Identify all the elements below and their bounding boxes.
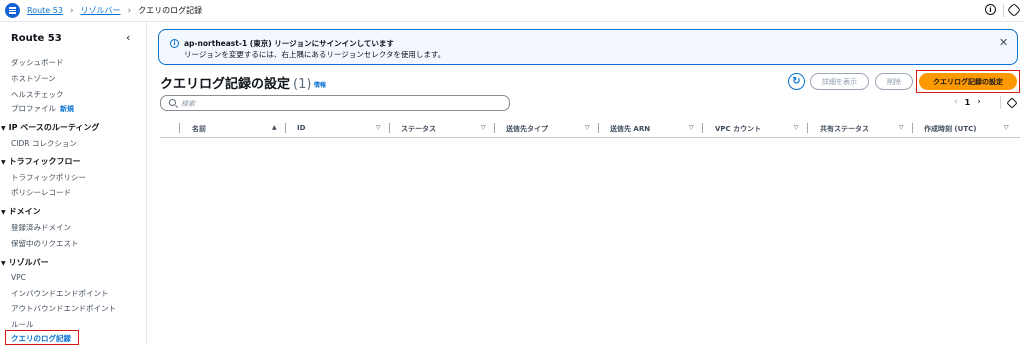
settings-icon[interactable] <box>1006 2 1022 18</box>
column-header-name[interactable]: 名前 <box>192 124 206 134</box>
sidebar-item-health-checks[interactable]: ヘルスチェック <box>11 89 64 100</box>
sort-icon[interactable]: ▽ <box>1004 124 1009 131</box>
sidebar-item-label: プロファイル <box>11 104 56 113</box>
info-icon: i <box>170 39 179 48</box>
sidebar-section-domains[interactable]: ▼ ドメイン <box>1 206 41 217</box>
sidebar-item-profiles[interactable]: プロファイル 新規 <box>11 103 74 114</box>
breadcrumb-current: クエリのログ記録 <box>138 6 203 15</box>
sort-icon[interactable]: ▽ <box>585 124 590 131</box>
column-divider <box>702 123 703 133</box>
close-icon[interactable]: ✕ <box>999 36 1008 49</box>
configure-query-logging-button[interactable]: クエリログ記録の設定 <box>919 73 1017 90</box>
top-navigation-bar: Route 53 › リゾルバー › クエリのログ記録 i <box>0 0 1024 22</box>
sidebar-item-query-logging[interactable]: クエリのログ記録 <box>11 333 71 344</box>
caret-down-icon: ▼ <box>1 125 6 132</box>
delete-button[interactable]: 削除 <box>875 73 913 90</box>
table-header: 名前 ▲ ID ▽ ステータス ▽ 送信先タイプ ▽ 送信先 ARN ▽ VPC… <box>160 119 1020 138</box>
sidebar-item-hosted-zones[interactable]: ホストゾーン <box>11 73 56 84</box>
sort-icon[interactable]: ▽ <box>899 124 904 131</box>
caret-down-icon: ▼ <box>1 209 6 216</box>
sidebar-item-outbound-endpoints[interactable]: アウトバウンドエンドポイント <box>11 303 116 314</box>
column-header-destination-type[interactable]: 送信先タイプ <box>506 124 548 134</box>
sort-icon[interactable]: ▽ <box>376 124 381 131</box>
new-badge: 新規 <box>60 105 74 113</box>
breadcrumb-route53[interactable]: Route 53 <box>27 6 63 15</box>
chevron-left-icon[interactable]: ‹ <box>954 97 958 107</box>
caret-down-icon: ▼ <box>1 159 6 166</box>
page-number[interactable]: 1 <box>965 98 971 107</box>
sidebar-item-rules[interactable]: ルール <box>11 319 34 330</box>
info-icon[interactable]: i <box>985 4 996 15</box>
column-divider <box>494 123 495 133</box>
search-placeholder: 検索 <box>181 100 195 108</box>
sort-icon[interactable]: ▽ <box>481 124 486 131</box>
sort-ascending-icon[interactable]: ▲ <box>272 124 277 131</box>
sidebar-item-cidr-collections[interactable]: CIDR コレクション <box>11 138 77 149</box>
breadcrumb-resolver[interactable]: リゾルバー <box>81 5 121 16</box>
sidebar-item-policy-records[interactable]: ポリシーレコード <box>11 187 71 198</box>
divider <box>1003 4 1004 17</box>
sidebar-item-dashboard[interactable]: ダッシュボード <box>11 57 64 68</box>
sidebar-item-vpcs[interactable]: VPC <box>11 273 26 282</box>
column-header-id[interactable]: ID <box>297 124 305 132</box>
refresh-icon: ↻ <box>792 76 801 87</box>
view-details-button[interactable]: 詳細を表示 <box>810 73 869 90</box>
column-header-sharing-status[interactable]: 共有ステータス <box>820 124 869 134</box>
column-divider <box>389 123 390 133</box>
sidebar-title: Route 53 <box>11 33 62 44</box>
divider <box>1000 96 1001 109</box>
search-icon <box>169 99 176 106</box>
sidebar-item-traffic-policies[interactable]: トラフィックポリシー <box>11 172 86 183</box>
chevron-right-icon: › <box>127 5 132 16</box>
column-divider <box>807 123 808 133</box>
sort-icon[interactable]: ▽ <box>794 124 799 131</box>
caret-down-icon: ▼ <box>1 260 6 267</box>
search-input[interactable]: 検索 <box>160 95 510 111</box>
column-header-destination-arn[interactable]: 送信先 ARN <box>610 124 650 134</box>
menu-icon[interactable] <box>5 3 20 18</box>
column-divider <box>598 123 599 133</box>
info-link[interactable]: 情報 <box>314 80 326 89</box>
sidebar-item-pending-requests[interactable]: 保留中のリクエスト <box>11 238 79 249</box>
column-divider <box>179 123 180 133</box>
sidebar-section-ip-routing[interactable]: ▼ IP ベースのルーティング <box>1 122 99 133</box>
column-divider <box>285 123 286 133</box>
chevron-right-icon[interactable]: › <box>977 97 981 107</box>
sidebar-item-registered-domains[interactable]: 登録済みドメイン <box>11 222 71 233</box>
column-header-vpc-count[interactable]: VPC カウント <box>715 124 761 134</box>
sidebar-section-traffic-flow[interactable]: ▼ トラフィックフロー <box>1 156 80 167</box>
column-divider <box>912 123 913 133</box>
column-header-status[interactable]: ステータス <box>401 124 436 134</box>
page-title: クエリログ記録の設定 (1) <box>160 77 312 92</box>
collapse-sidebar-icon[interactable]: ‹ <box>126 31 130 44</box>
sort-icon[interactable]: ▽ <box>689 124 694 131</box>
breadcrumb: Route 53 › リゾルバー › クエリのログ記録 <box>27 5 202 16</box>
pagination: ‹ 1 › <box>954 97 981 107</box>
sidebar-item-inbound-endpoints[interactable]: インバウンドエンドポイント <box>11 288 109 299</box>
refresh-button[interactable]: ↻ <box>788 73 805 90</box>
settings-icon[interactable] <box>1006 97 1018 109</box>
column-header-creation-time[interactable]: 作成時刻 (UTC) <box>924 124 976 134</box>
banner-title: ap-northeast-1 (東京) リージョンにサインインしています <box>184 39 394 48</box>
banner-body: リージョンを変更するには、右上隅にあるリージョンセレクタを使用します。 <box>184 50 446 59</box>
item-count: (1) <box>293 77 312 92</box>
chevron-right-icon: › <box>69 5 74 16</box>
sidebar: Route 53 ‹ ダッシュボード ホストゾーン ヘルスチェック プロファイル… <box>0 22 147 345</box>
region-info-banner: i ap-northeast-1 (東京) リージョンにサインインしています リ… <box>158 29 1018 65</box>
sidebar-section-resolver[interactable]: ▼ リゾルバー <box>1 257 49 268</box>
